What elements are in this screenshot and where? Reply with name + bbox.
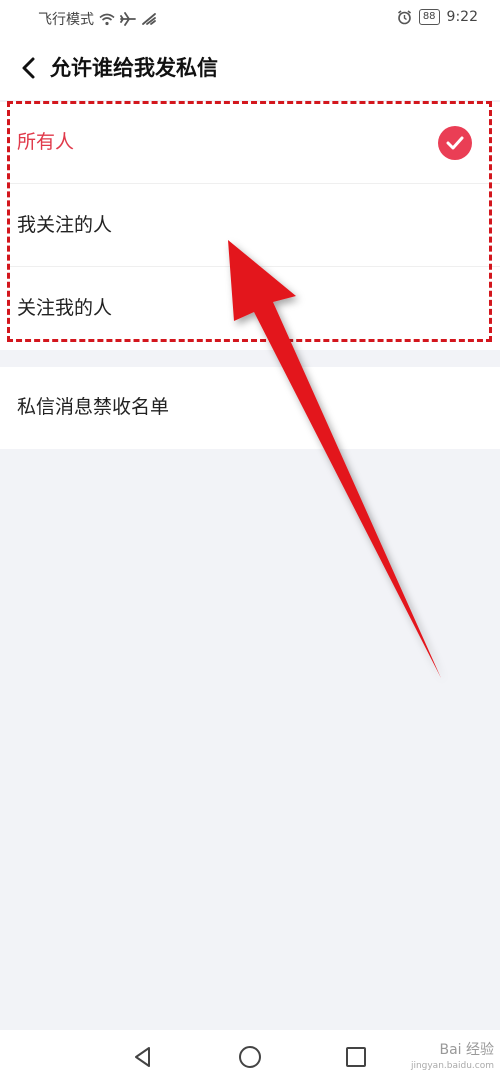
checkmark-icon	[438, 126, 472, 160]
status-left: 飞行模式	[38, 9, 157, 29]
blacklist-label: 私信消息禁收名单	[17, 396, 170, 418]
nav-back-icon[interactable]	[128, 1042, 158, 1072]
watermark-url: jingyan.baidu.com	[410, 1061, 494, 1071]
wifi-icon	[99, 13, 115, 26]
nav-recents-icon[interactable]	[341, 1042, 371, 1072]
system-navigation-bar: Bai 经验 jingyan.baidu.com	[0, 1030, 500, 1083]
baidu-jingyan-watermark: Bai 经验 jingyan.baidu.com	[411, 1042, 494, 1074]
clock: 9:22	[446, 9, 478, 25]
option-everyone[interactable]: 所有人	[0, 102, 500, 184]
message-blacklist-row[interactable]: 私信消息禁收名单	[0, 367, 500, 449]
option-label: 我关注的人	[17, 214, 113, 236]
header-bar: 允许谁给我发私信	[0, 36, 500, 100]
divider	[10, 266, 500, 267]
page-title: 允许谁给我发私信	[50, 56, 218, 80]
back-arrow-icon[interactable]	[12, 52, 44, 84]
message-permission-options: 所有人 我关注的人 关注我的人	[0, 102, 500, 350]
alarm-icon	[397, 9, 412, 25]
option-label: 所有人	[17, 131, 75, 153]
status-right: 88 9:22	[397, 9, 478, 25]
status-bar: 飞行模式 88 9:22	[0, 0, 500, 36]
option-people-i-follow[interactable]: 我关注的人	[0, 185, 500, 267]
divider	[10, 183, 500, 184]
no-signal-icon	[141, 12, 157, 26]
airplane-mode-text: 飞行模式	[38, 12, 94, 28]
watermark-brand: Bai 经验	[439, 1042, 494, 1058]
airplane-icon	[120, 12, 136, 26]
nav-home-icon[interactable]	[235, 1042, 265, 1072]
option-my-followers[interactable]: 关注我的人	[0, 268, 500, 350]
battery-indicator: 88	[418, 9, 440, 25]
option-label: 关注我的人	[17, 297, 113, 319]
